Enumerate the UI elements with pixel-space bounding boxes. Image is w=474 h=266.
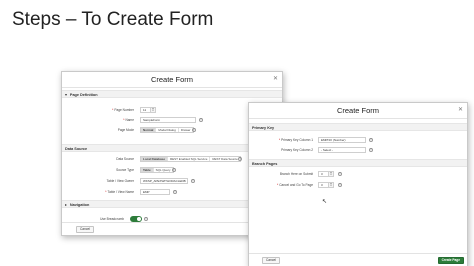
help-icon[interactable]: ? [172, 168, 176, 172]
name-input[interactable]: SampleForm [140, 117, 196, 123]
table-name-select[interactable]: EMP [140, 189, 170, 195]
help-icon[interactable]: ? [192, 128, 196, 132]
page-mode-label: Page Mode [117, 128, 134, 132]
pk-column-1-label: *Primary Key Column 1 [278, 138, 313, 142]
page-mode-drawer[interactable]: Drawer [179, 128, 193, 132]
mouse-pointer-icon: ↖ [322, 199, 328, 205]
help-icon[interactable]: ? [238, 157, 242, 161]
branch-submit-input[interactable]: 3 [318, 171, 329, 177]
page-number-label: *Page Number [112, 108, 134, 112]
cancel-button[interactable]: Cancel [76, 226, 94, 233]
create-form-dialog-step2: Create Form ✕ Primary Key *Primary Key C… [248, 102, 468, 266]
section-branch-pages: Branch Pages [249, 159, 467, 167]
cancel-go-to-page-stepper[interactable]: 3 ▴ ▾ [318, 182, 334, 188]
branch-submit-stepper[interactable]: 3 ▴ ▾ [318, 171, 334, 177]
cancel-button[interactable]: Cancel [262, 257, 280, 264]
page-mode-modal-dialog[interactable]: Modal Dialog [156, 128, 179, 132]
name-label: *Name [123, 118, 134, 122]
source-type-label: Source Type [116, 168, 134, 172]
dialog-title: Create Form [150, 75, 194, 84]
help-icon[interactable]: ? [338, 172, 342, 176]
data-source-selector[interactable]: Local Database REST Enabled SQL Service … [140, 156, 241, 162]
help-icon[interactable]: ? [191, 179, 195, 183]
source-type-table[interactable]: Table [141, 168, 154, 172]
pk-column-2-label: Primary Key Column 2 [281, 148, 313, 152]
pk-column-2-select[interactable]: - Select - [318, 147, 366, 153]
cancel-go-to-page-input[interactable]: 3 [318, 182, 329, 188]
create-page-button[interactable]: Create Page [437, 257, 464, 264]
page-mode-normal[interactable]: Normal [141, 128, 157, 132]
help-icon[interactable]: ? [199, 118, 203, 122]
dialog-footer: Cancel Create Page [249, 253, 467, 266]
table-owner-label: Table / View Owner [106, 179, 134, 183]
page-number-stepper[interactable]: 11 ▴ ▾ [140, 107, 156, 113]
dialog-header: Create Form ✕ [249, 103, 467, 119]
dialog-title: Create Form [336, 106, 380, 115]
section-primary-key: Primary Key [249, 123, 467, 131]
source-type-sql-query[interactable]: SQL Query [154, 168, 173, 172]
table-owner-select[interactable]: WKSP_APEXWITHORACLEDB [140, 178, 188, 184]
help-icon[interactable]: ? [369, 138, 373, 142]
close-icon[interactable]: ✕ [458, 106, 463, 113]
branch-submit-label: Branch Here on Submit [279, 172, 313, 176]
stepper-arrows-icon[interactable]: ▴ ▾ [329, 182, 334, 188]
source-type-selector[interactable]: Table SQL Query [140, 167, 174, 173]
help-icon[interactable]: ? [144, 217, 148, 221]
table-name-label: *Table / View Name [105, 190, 134, 194]
help-icon[interactable]: ? [338, 183, 342, 187]
slide-title: Steps – To Create Form [12, 9, 214, 30]
chevron-down-icon: ▾ [65, 93, 67, 97]
close-icon[interactable]: ✕ [273, 75, 278, 82]
data-source-rest-sql[interactable]: REST Enabled SQL Service [168, 157, 211, 161]
help-icon[interactable]: ? [369, 148, 373, 152]
data-source-local-database[interactable]: Local Database [141, 157, 169, 161]
page-mode-selector[interactable]: Normal Modal Dialog Drawer [140, 127, 194, 133]
stepper-arrows-icon[interactable]: ▴ ▾ [329, 171, 334, 177]
help-icon[interactable]: ? [173, 190, 177, 194]
data-source-label: Data Source [116, 157, 134, 161]
page-number-input[interactable]: 11 [140, 107, 151, 113]
section-page-definition[interactable]: ▾ Page Definition [62, 90, 282, 98]
data-source-rest-data[interactable]: REST Data Source [210, 157, 239, 161]
stepper-arrows-icon[interactable]: ▴ ▾ [151, 107, 156, 113]
dialog-header: Create Form ✕ [62, 72, 282, 88]
chevron-right-icon: ▸ [65, 203, 67, 207]
use-breadcrumb-label: Use Breadcrumb [100, 217, 124, 221]
pk-column-1-select[interactable]: EMPNO (Number) [318, 137, 366, 143]
cancel-go-to-page-label: *Cancel and Go To Page [276, 183, 313, 187]
